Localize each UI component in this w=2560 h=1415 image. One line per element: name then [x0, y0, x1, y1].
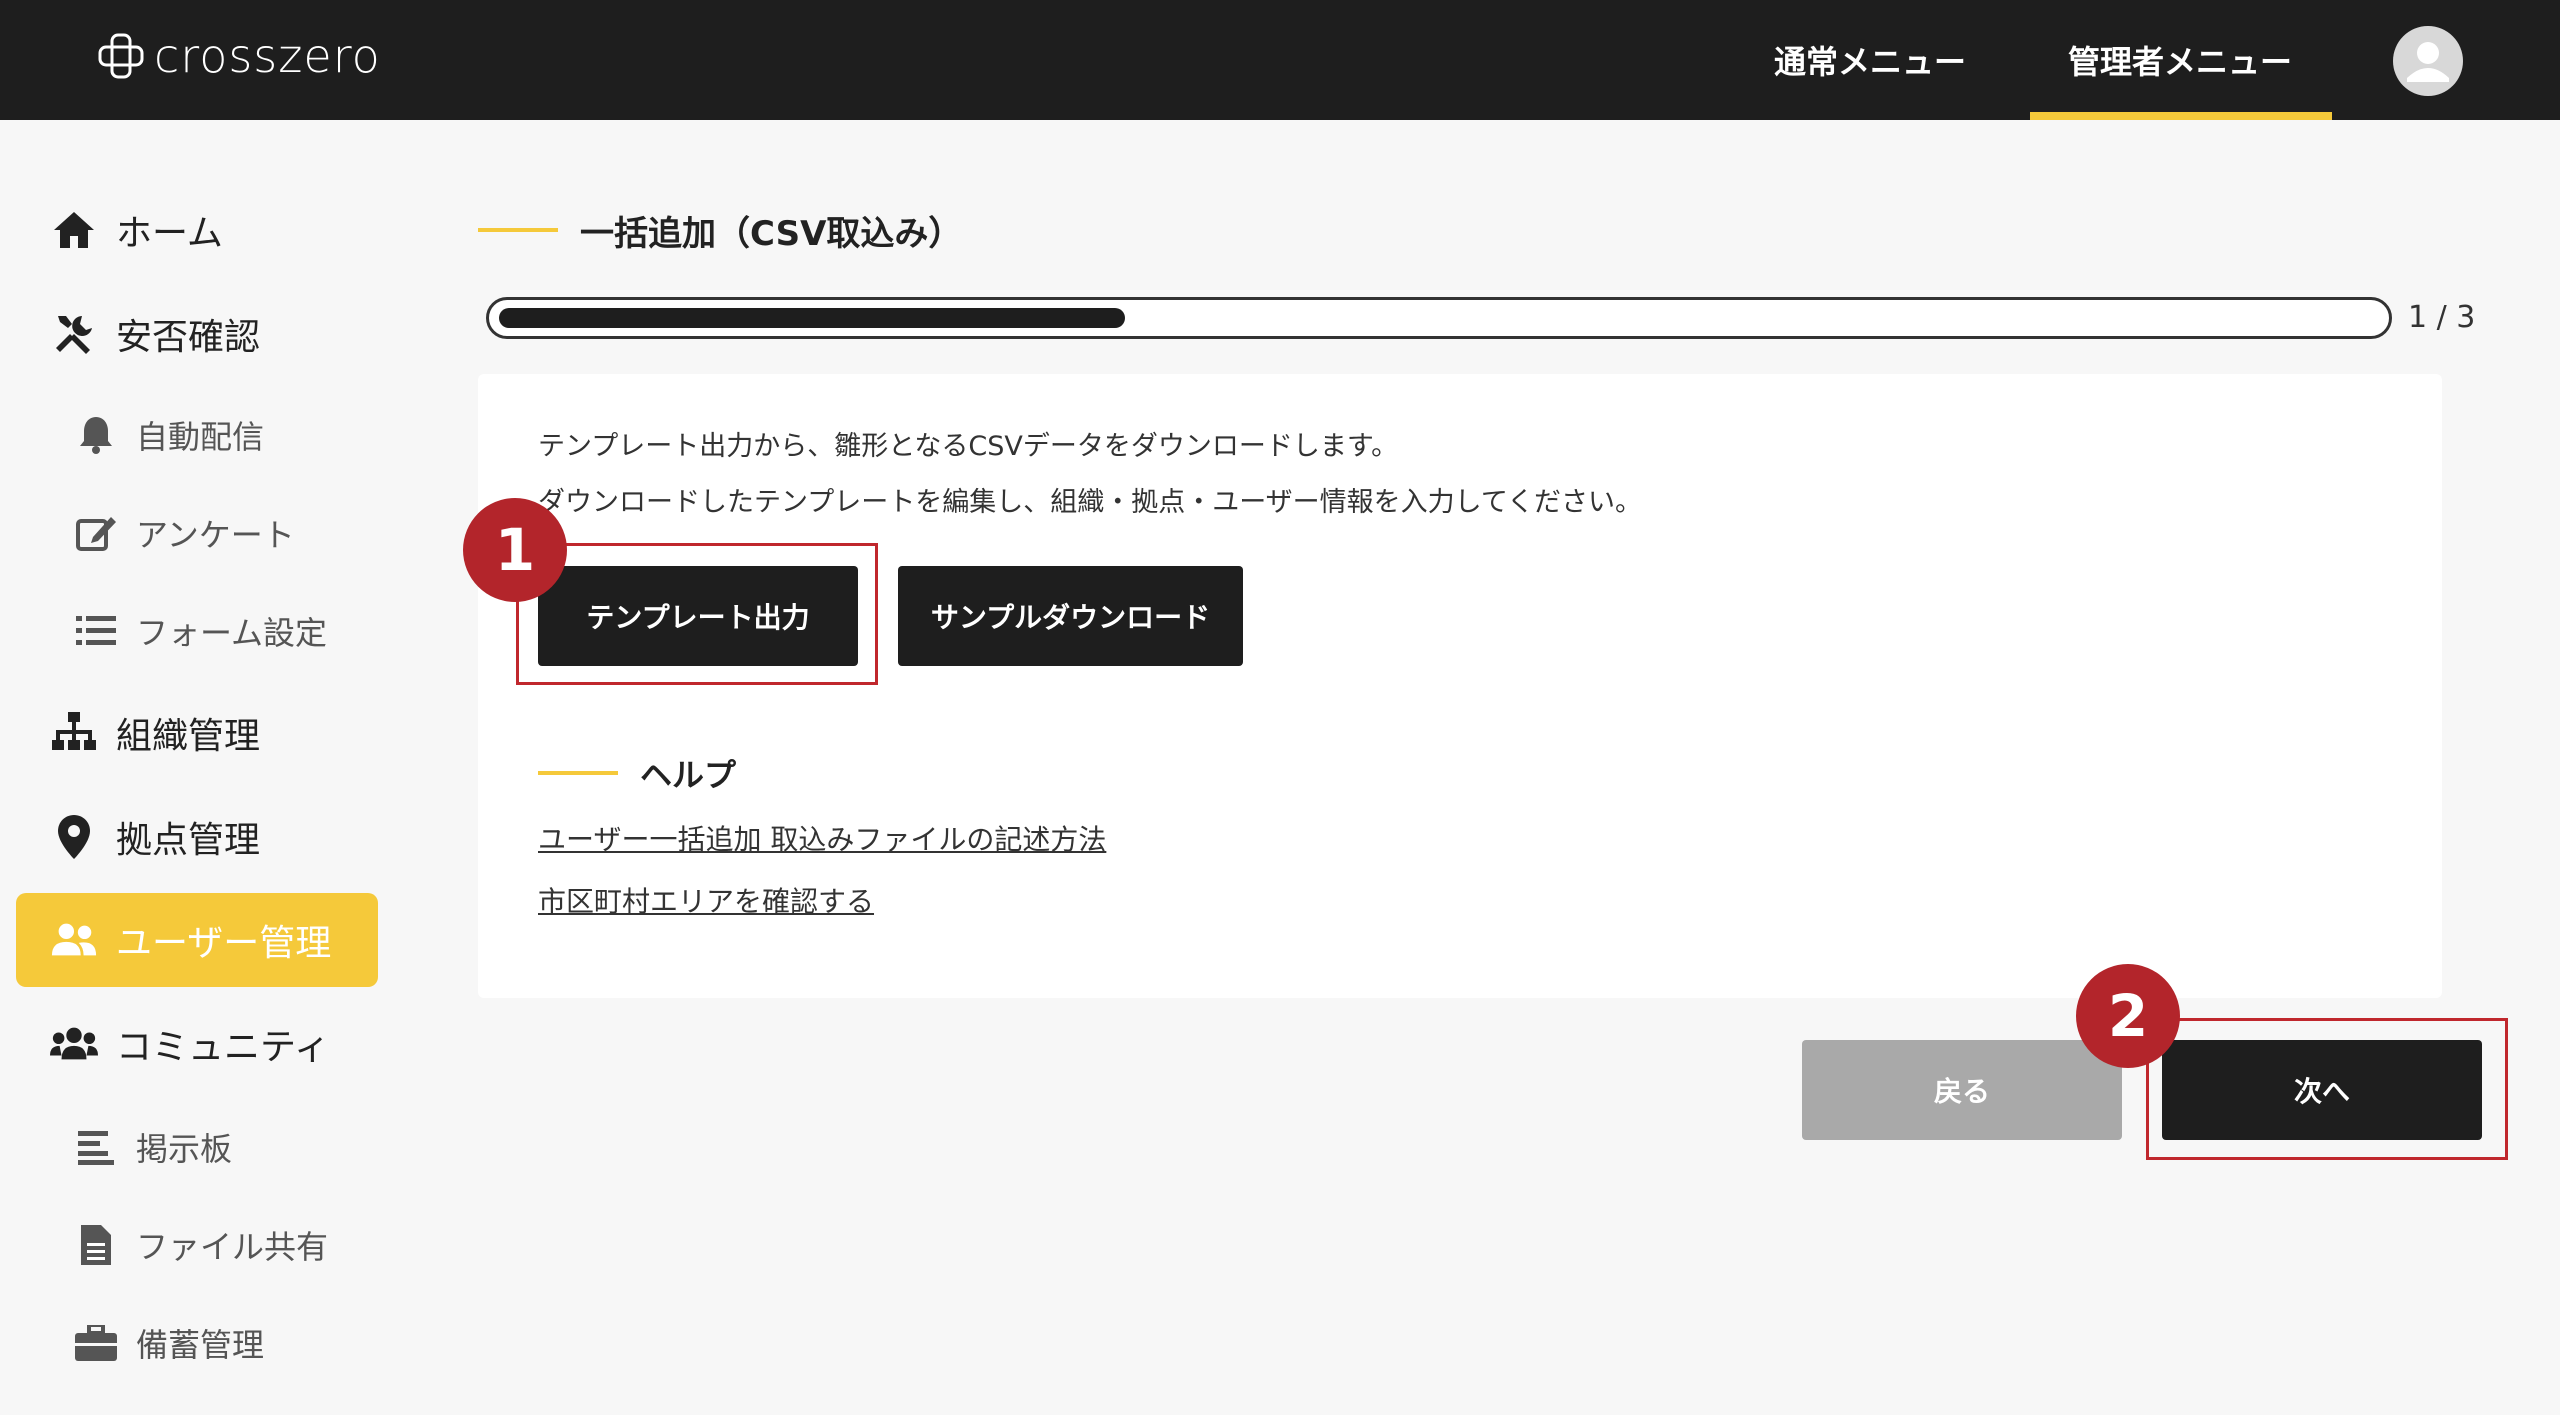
sidebar-item-label: ホーム [116, 213, 223, 254]
help-heading: ヘルプ [538, 748, 736, 798]
template-export-button[interactable]: テンプレート出力 [538, 566, 858, 666]
sidebar-item-label: フォーム設定 [136, 614, 328, 652]
help-link-area-check[interactable]: 市区町村エリアを確認する [538, 880, 874, 920]
page-title: 一括追加（CSV取込み） [580, 213, 963, 254]
sidebar-item-base[interactable]: 拠点管理 [16, 790, 378, 884]
sidebar-item-community[interactable]: コミュニティ [16, 997, 378, 1091]
sidebar-item-auto-delivery[interactable]: 自動配信 [16, 388, 378, 482]
sidebar-item-file-share[interactable]: ファイル共有 [16, 1198, 378, 1292]
bell-icon [74, 413, 118, 457]
top-bar: crosszero 通常メニュー 管理者メニュー [0, 0, 2560, 120]
users-icon [50, 916, 98, 964]
progress-bar [486, 297, 2392, 339]
sidebar-item-stockpile[interactable]: 備蓄管理 [16, 1296, 378, 1390]
sidebar-item-label: 安否確認 [116, 317, 261, 358]
nav-admin-menu[interactable]: 管理者メニュー [2030, 0, 2332, 120]
sidebar-item-label: 拠点管理 [116, 820, 261, 861]
sidebar-item-users[interactable]: ユーザー管理 [16, 893, 378, 987]
edit-icon [74, 511, 118, 555]
briefcase-icon [74, 1321, 118, 1365]
avatar[interactable] [2393, 26, 2463, 96]
help-link-csv-format[interactable]: ユーザー一括追加 取込みファイルの記述方法 [538, 818, 1106, 858]
description-line-1: テンプレート出力から、雛形となるCSVデータをダウンロードします。 [538, 431, 1399, 462]
sidebar-item-form-settings[interactable]: フォーム設定 [16, 584, 378, 678]
home-icon [50, 206, 98, 254]
step-1-badge: 1 [463, 498, 567, 602]
tools-icon [50, 310, 98, 358]
logo-text: crosszero [154, 29, 381, 83]
logo[interactable]: crosszero [96, 28, 381, 84]
step-2-badge: 2 [2076, 964, 2180, 1068]
sidebar-item-label: 掲示板 [136, 1130, 233, 1168]
heading-accent-bar [478, 228, 558, 232]
sidebar-item-label: ファイル共有 [136, 1228, 329, 1266]
list-icon [74, 609, 118, 653]
nav-normal-menu[interactable]: 通常メニュー [1760, 0, 1980, 120]
sidebar-item-label: 組織管理 [116, 716, 261, 757]
sidebar-item-survey[interactable]: アンケート [16, 486, 378, 580]
sample-download-button[interactable]: サンプルダウンロード [898, 566, 1243, 666]
map-pin-icon [50, 813, 98, 861]
sidebar-item-home[interactable]: ホーム [16, 183, 378, 277]
sidebar-item-org[interactable]: 組織管理 [16, 686, 378, 780]
sidebar-item-label: アンケート [136, 516, 295, 554]
help-title: ヘルプ [640, 756, 737, 794]
community-icon [50, 1020, 98, 1068]
sidebar: ホーム 安否確認 自動配信 アンケート フォーム設定 組織管理 拠点管理 ユーザ… [0, 120, 400, 1415]
sidebar-item-label: 備蓄管理 [136, 1326, 265, 1364]
file-icon [74, 1223, 118, 1267]
page-heading: 一括追加（CSV取込み） [478, 205, 962, 255]
description-line-2: ダウンロードしたテンプレートを編集し、組織・拠点・ユーザー情報を入力してください… [538, 487, 1643, 518]
logo-icon [98, 33, 144, 79]
align-left-icon [74, 1125, 118, 1169]
sidebar-item-safety[interactable]: 安否確認 [16, 287, 378, 381]
back-button[interactable]: 戻る [1802, 1040, 2122, 1140]
progress-label: 1 / 3 [2408, 300, 2476, 335]
help-accent-bar [538, 771, 618, 775]
org-chart-icon [50, 709, 98, 757]
progress-fill [499, 308, 1125, 328]
sidebar-item-bulletin[interactable]: 掲示板 [16, 1100, 378, 1194]
sidebar-item-label: 自動配信 [136, 418, 265, 456]
sidebar-item-label: ユーザー管理 [116, 923, 332, 964]
user-avatar-icon [2407, 42, 2449, 82]
next-button[interactable]: 次へ [2162, 1040, 2482, 1140]
sidebar-item-label: コミュニティ [116, 1027, 330, 1068]
